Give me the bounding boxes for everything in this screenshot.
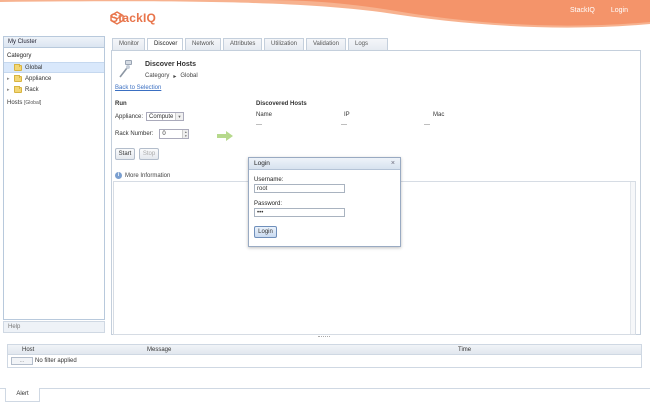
tree-item-label: Rack: [25, 86, 39, 93]
filter-button[interactable]: ...: [11, 357, 33, 365]
appliance-value: Compute: [149, 114, 174, 120]
tab-logs[interactable]: Logs: [348, 38, 388, 50]
run-section-title: Run: [115, 101, 127, 107]
panel-splitter[interactable]: [318, 336, 330, 338]
start-button[interactable]: Start: [115, 148, 135, 160]
column-time[interactable]: Time: [458, 345, 471, 355]
password-input[interactable]: •••: [254, 208, 345, 217]
tree-item-label: Global: [25, 64, 43, 71]
login-dialog: Login × Username: root Password: ••• Log…: [248, 157, 401, 247]
cluster-panel-title: My Cluster: [4, 37, 104, 48]
header-link-login[interactable]: Login: [611, 7, 628, 14]
stackiq-logo-icon: [110, 11, 124, 25]
app-header: StackIQ StackIQ Login: [0, 0, 650, 34]
tab-attributes[interactable]: Attributes: [223, 38, 262, 50]
chevron-down-icon[interactable]: ▼: [175, 113, 184, 120]
folder-icon: [14, 74, 22, 82]
expand-arrow-icon[interactable]: ▸: [7, 87, 14, 93]
hosts-label: Hosts: [7, 100, 23, 106]
password-label: Password:: [254, 201, 283, 207]
tree-item-global[interactable]: Global: [4, 62, 104, 73]
stackiq-logo: StackIQ: [110, 11, 156, 25]
expand-arrow-icon[interactable]: ▸: [7, 76, 14, 82]
tab-monitor[interactable]: Monitor: [112, 38, 145, 50]
username-input[interactable]: root: [254, 184, 345, 193]
cluster-panel: My Cluster Category Global ▸ Appliance ▸…: [3, 36, 105, 320]
info-scrollbar[interactable]: [630, 182, 635, 334]
tree-item-label: Appliance: [25, 75, 52, 82]
hosts-scope-tag: [Global]: [24, 100, 42, 106]
stop-button[interactable]: Stop: [139, 148, 159, 160]
more-information-label: More Information: [125, 172, 171, 179]
bottom-divider: [0, 388, 650, 389]
column-ip: IP: [344, 112, 350, 118]
header-link-stackiq[interactable]: StackIQ: [570, 7, 595, 14]
breadcrumb: Category ▸ Global: [145, 73, 198, 80]
login-button[interactable]: Login: [254, 226, 277, 238]
tab-utilization[interactable]: Utilization: [264, 38, 304, 50]
category-tree: Global ▸ Appliance ▸ Rack: [4, 62, 104, 95]
more-information-header[interactable]: i More Information: [115, 172, 170, 179]
breadcrumb-separator-icon: ▸: [173, 74, 177, 80]
rack-row: Rack Number: 0 ▲ ▼: [115, 129, 190, 139]
category-label: Category: [7, 53, 32, 59]
appliance-label: Appliance:: [115, 113, 144, 120]
header-wave: [0, 0, 650, 28]
folder-icon: [14, 85, 22, 93]
filter-row: ... No filter applied: [8, 355, 641, 367]
mac-value: ---: [424, 122, 430, 128]
login-dialog-title: Login: [254, 160, 270, 167]
column-host[interactable]: Host: [22, 345, 34, 355]
discovered-hosts-title: Discovered Hosts: [256, 101, 307, 107]
ip-value: ---: [341, 122, 347, 128]
info-icon: i: [115, 172, 122, 179]
host-message-grid: Host Message Time ... No filter applied: [7, 344, 642, 368]
rack-number-stepper[interactable]: 0 ▲ ▼: [159, 129, 190, 139]
page-title: Discover Hosts: [145, 61, 196, 68]
no-filter-text: No filter applied: [35, 358, 77, 364]
grid-header: Host Message Time: [8, 345, 641, 355]
back-to-selection-link[interactable]: Back to Selection: [115, 85, 161, 91]
tab-validation[interactable]: Validation: [306, 38, 346, 50]
column-mac: Mac: [433, 112, 445, 118]
breadcrumb-category: Category: [145, 73, 170, 79]
username-label: Username:: [254, 177, 284, 183]
discover-wand-icon: [119, 60, 132, 78]
tree-item-appliance[interactable]: ▸ Appliance: [4, 73, 104, 84]
help-panel-header[interactable]: Help: [3, 321, 105, 333]
login-dialog-titlebar[interactable]: Login ×: [249, 158, 400, 170]
appliance-row: Appliance: Compute ▼: [115, 112, 185, 121]
appliance-select[interactable]: Compute ▼: [146, 112, 185, 121]
rack-number-label: Rack Number:: [115, 131, 154, 137]
breadcrumb-value: Global: [180, 73, 198, 79]
tree-item-rack[interactable]: ▸ Rack: [4, 84, 104, 95]
arrow-right-icon: [217, 131, 233, 141]
tab-network[interactable]: Network: [185, 38, 221, 50]
name-value: ---: [256, 122, 262, 128]
stepper-arrows-icon[interactable]: ▲ ▼: [182, 130, 189, 138]
close-icon[interactable]: ×: [391, 158, 395, 170]
rack-number-value: 0: [162, 131, 166, 137]
column-message[interactable]: Message: [147, 345, 171, 355]
folder-icon: [14, 63, 22, 71]
column-name: Name: [256, 112, 273, 118]
tab-alert[interactable]: Alert: [5, 388, 40, 402]
hosts-row: Hosts [Global]: [4, 95, 104, 106]
